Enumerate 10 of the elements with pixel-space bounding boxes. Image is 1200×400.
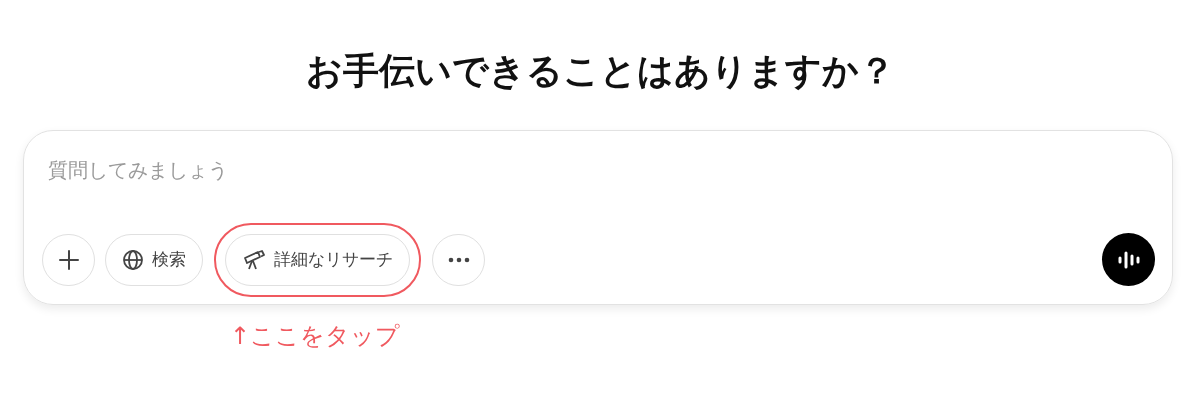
message-input[interactable]: 質問してみましょう (42, 151, 1155, 189)
search-button[interactable]: 検索 (105, 233, 203, 286)
globe-icon (122, 248, 144, 271)
add-icon (57, 248, 80, 271)
annotation-text: ↑ここをタップ (230, 321, 402, 351)
more-icon (447, 256, 470, 263)
telescope-icon (242, 248, 266, 271)
voice-button[interactable] (1102, 233, 1155, 286)
research-button[interactable]: 詳細なリサーチ (225, 233, 410, 286)
page-heading: お手伝いできることはありますか？ (304, 49, 896, 93)
